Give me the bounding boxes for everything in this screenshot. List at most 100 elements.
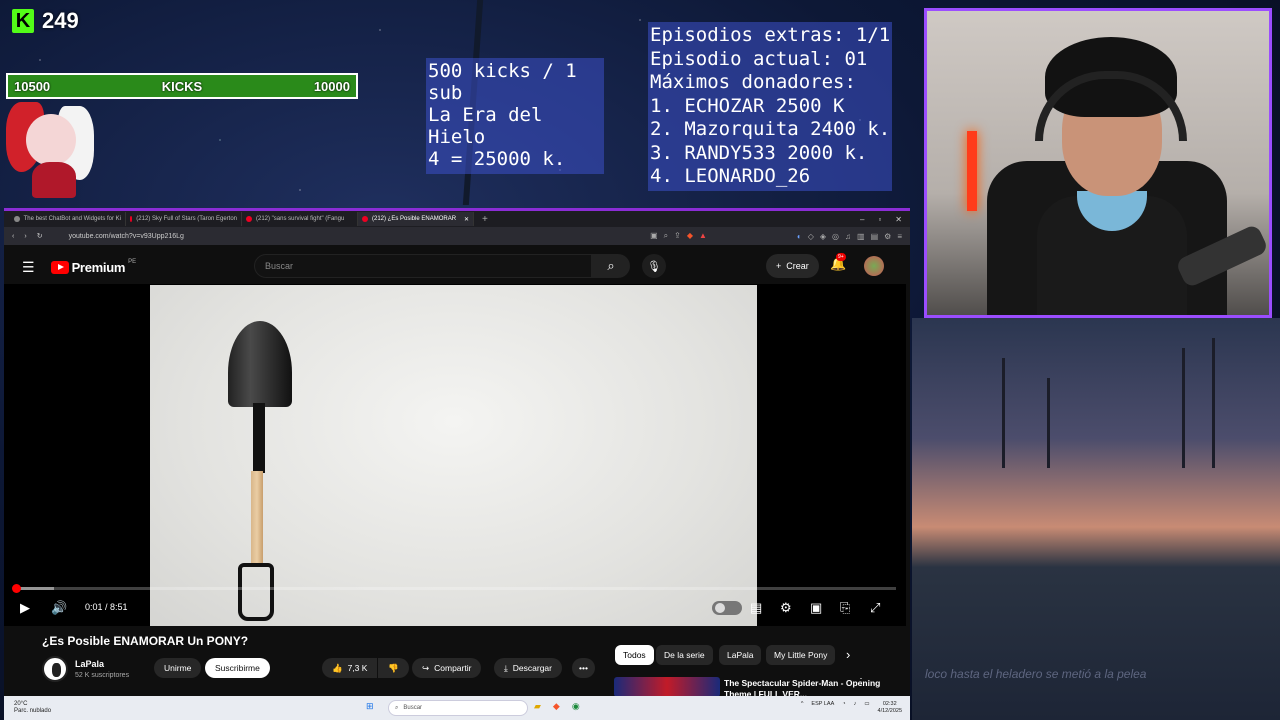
search-icon[interactable]: ⌕ <box>592 254 630 278</box>
language-indicator[interactable]: ESP LAA <box>811 701 834 714</box>
kebab-menu-icon[interactable]: ⋮ <box>856 677 866 688</box>
create-button[interactable]: + Crear <box>766 254 819 278</box>
tab-favicon-icon <box>362 216 368 222</box>
kick-follower-counter: K 249 <box>12 8 79 34</box>
windows-start-icon[interactable]: ⊞ <box>366 701 374 712</box>
address-bar: ‹ › ↻ youtube.com/watch?v=v93Upp216Lg ▣ … <box>4 227 910 245</box>
weather-widget[interactable]: 20°C Parc. nublado <box>14 701 51 715</box>
thumbs-down-icon: 👎 <box>388 662 399 673</box>
forward-icon[interactable]: › <box>24 233 26 240</box>
close-tab-icon[interactable]: ✕ <box>464 216 469 223</box>
video-player[interactable]: ▶ 🔊 0:01 / 8:51 ▤ ⚙ ▣ ⎘ ⤢ <box>4 284 906 626</box>
warning-icon[interactable]: ▲ <box>699 231 707 241</box>
goal-line: 500 kicks / 1 sub <box>428 60 577 104</box>
fullscreen-icon[interactable]: ⤢ <box>870 600 880 616</box>
youtube-logo[interactable]: Premium PE <box>50 259 137 275</box>
progress-scrubber[interactable] <box>11 584 21 593</box>
chip-series[interactable]: De la serie <box>656 645 713 665</box>
dislike-button[interactable]: 👎 <box>378 658 409 678</box>
battery-icon[interactable]: ▭ <box>864 701 869 714</box>
new-tab-icon[interactable]: + <box>482 214 488 225</box>
shovel-image <box>228 321 292 407</box>
kicks-current: 10500 <box>14 78 51 94</box>
region-code: PE <box>128 259 137 265</box>
info-line: 2. Mazorquita 2400 k. <box>650 118 891 140</box>
chevron-right-icon[interactable]: › <box>846 647 850 662</box>
volume-icon[interactable]: 🔊 <box>51 600 67 616</box>
recommended-thumbnail[interactable] <box>614 677 720 697</box>
account-avatar[interactable] <box>864 256 884 276</box>
taskbar-search[interactable]: ⌕ Buscar <box>388 700 528 716</box>
settings-icon[interactable]: ⚙ <box>884 232 891 241</box>
pinned-apps: ▰ ◆ ◉ <box>534 701 580 712</box>
miniplayer-icon[interactable]: ▣ <box>810 600 822 616</box>
join-button[interactable]: Unirme <box>154 658 202 678</box>
volume-tray-icon[interactable]: ♪ <box>854 701 857 714</box>
autoplay-toggle[interactable] <box>712 601 742 615</box>
extension-icon[interactable]: ◎ <box>832 232 839 241</box>
play-icon[interactable]: ▶ <box>20 600 30 616</box>
minimize-icon[interactable]: – <box>860 215 864 224</box>
search-input[interactable]: Buscar <box>254 254 592 278</box>
channel-avatar[interactable] <box>42 656 68 682</box>
subscribe-button[interactable]: Suscribirme <box>205 658 270 678</box>
chip-all[interactable]: Todos <box>615 645 654 665</box>
brave-browser-icon[interactable]: ◆ <box>553 701 560 712</box>
browser-tab[interactable]: The best ChatBot and Widgets for Ki <box>10 212 126 226</box>
playlist-icon[interactable]: ♫ <box>845 232 851 241</box>
file-explorer-icon[interactable]: ▰ <box>534 701 541 712</box>
share-icon[interactable]: ⇪ <box>674 231 681 241</box>
cast-icon[interactable]: ⎘ <box>840 600 850 616</box>
extension-icon[interactable]: ◐ <box>797 232 802 241</box>
tray-chevron-icon[interactable]: ^ <box>801 701 804 714</box>
clock-date: 4/12/2025 <box>877 707 902 714</box>
clock[interactable]: 02:32 4/12/2025 <box>878 701 902 714</box>
close-window-icon[interactable]: ✕ <box>895 215 902 224</box>
extension-icon[interactable]: ◇ <box>808 232 814 241</box>
url-field[interactable]: youtube.com/watch?v=v93Upp216Lg <box>69 233 641 240</box>
share-button[interactable]: ↪ Compartir <box>412 658 482 678</box>
browser-tab[interactable]: (212) "sans survival fight" (Fangu <box>242 212 358 226</box>
progress-bar[interactable] <box>11 584 896 593</box>
zoom-icon[interactable]: ⌕ <box>664 231 668 241</box>
chip-my-little-pony[interactable]: My Little Pony <box>766 645 836 665</box>
notifications-bell-icon[interactable]: 🔔 9+ <box>830 253 846 272</box>
youtube-logo-word: Premium <box>71 259 126 275</box>
app-icon[interactable]: ◉ <box>572 701 580 712</box>
goal-text-box: 500 kicks / 1 sub La Era del Hielo 4 = 2… <box>426 58 604 174</box>
like-button[interactable]: 👍 7,3 K <box>322 658 378 678</box>
wallet-icon[interactable]: ▤ <box>871 232 879 241</box>
video-frame[interactable] <box>150 285 757 626</box>
download-button[interactable]: ⤓ Descargar <box>494 658 562 678</box>
kicks-label: KICKS <box>161 78 203 94</box>
brave-shield-icon[interactable]: ◆ <box>687 231 693 241</box>
download-label: Descargar <box>512 663 552 673</box>
subtitles-icon[interactable]: ▤ <box>750 600 762 616</box>
extension-icon[interactable]: ▣ <box>650 231 658 241</box>
youtube-play-icon <box>50 260 69 274</box>
taskbar-apps: ⊞ <box>366 701 374 712</box>
chip-channel[interactable]: LaPala <box>719 645 762 665</box>
tab-favicon-icon <box>14 216 20 222</box>
channel-name[interactable]: LaPala <box>75 659 104 669</box>
info-line: 4. LEONARDO_26 <box>650 165 811 187</box>
wifi-icon[interactable]: ◔ <box>842 701 845 714</box>
tab-bar: The best ChatBot and Widgets for Ki (212… <box>4 211 910 227</box>
microphone-icon[interactable]: 🎙 <box>642 254 666 278</box>
info-line: Episodios extras: 1/1 <box>650 24 891 46</box>
browser-tab[interactable]: (212) Sky Full of Stars (Taron Egerton <box>126 212 242 226</box>
hamburger-menu-icon[interactable]: ☰ <box>22 259 35 276</box>
browser-tab-active[interactable]: (212) ¿Es Posible ENAMORAR ✕ <box>358 212 474 226</box>
settings-gear-icon[interactable]: ⚙ <box>780 600 792 616</box>
reload-icon[interactable]: ↻ <box>37 232 43 240</box>
sidebar-icon[interactable]: ▥ <box>857 232 865 241</box>
create-label: Crear <box>786 261 809 271</box>
extension-icon[interactable]: ◈ <box>820 232 826 241</box>
back-icon[interactable]: ‹ <box>12 233 14 240</box>
info-line: 1. ECHOZAR 2500 K <box>650 94 845 117</box>
maximize-icon[interactable]: ▫ <box>878 215 881 224</box>
more-actions-icon[interactable]: ••• <box>572 658 595 678</box>
channel-subscribers: 52 K suscriptores <box>75 672 130 679</box>
episode-donors-box: Episodios extras: 1/1 Episodio actual: 0… <box>648 22 892 191</box>
menu-icon[interactable]: ≡ <box>897 232 902 241</box>
